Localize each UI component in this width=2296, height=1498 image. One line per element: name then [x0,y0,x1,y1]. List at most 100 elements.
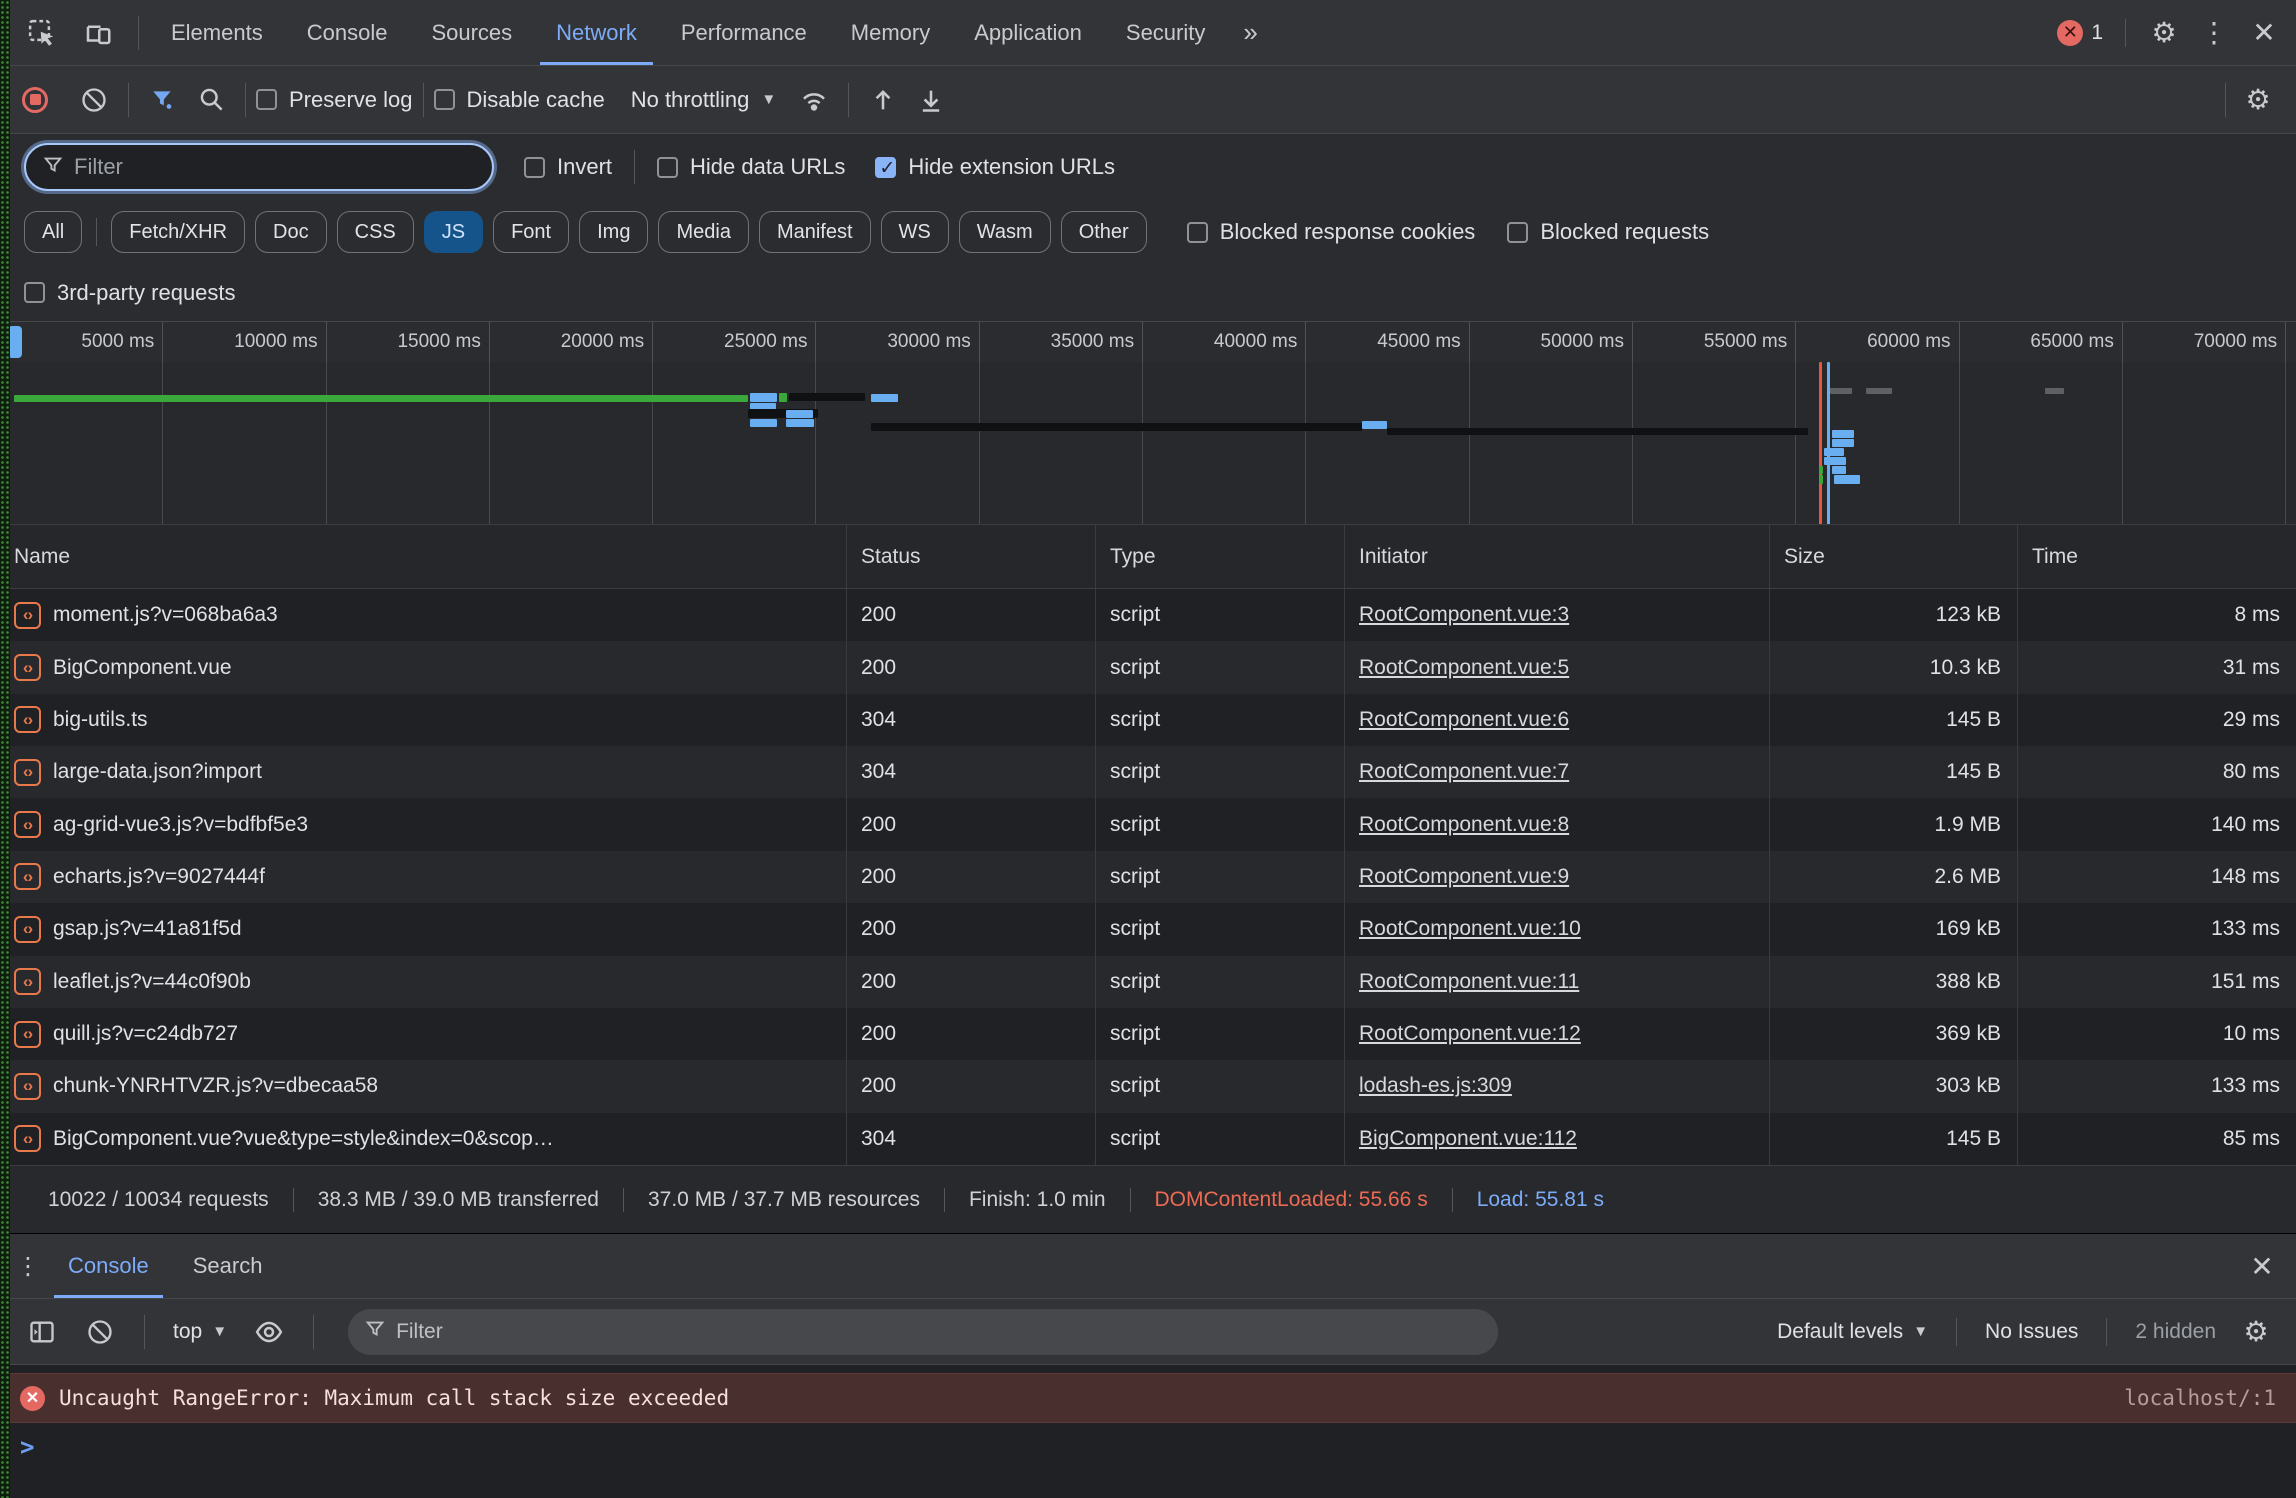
filter-type-chip[interactable]: JS [424,211,483,253]
filter-type-chip[interactable]: Doc [255,211,327,253]
panel-tab[interactable]: Console [285,0,410,65]
panel-tab[interactable]: Elements [149,0,285,65]
inspect-element-icon[interactable] [18,9,66,57]
checkbox-checked[interactable] [875,157,896,178]
close-drawer-icon[interactable]: ✕ [2240,1244,2284,1288]
checkbox[interactable] [434,89,455,110]
initiator-link[interactable]: RootComponent.vue:10 [1359,917,1581,941]
initiator-link[interactable]: RootComponent.vue:12 [1359,1022,1581,1046]
initiator-link[interactable]: RootComponent.vue:5 [1359,656,1569,680]
console-filter-field[interactable] [348,1309,1498,1355]
console-prompt[interactable]: > [0,1423,2296,1498]
filter-type-chip[interactable]: WS [881,211,949,253]
clear-console-icon[interactable] [76,1308,124,1356]
network-request-row[interactable]: ‹› echarts.js?v=9027444f 200 script Root… [0,851,2296,903]
column-header-time[interactable]: Time [2018,525,2296,588]
network-conditions-icon[interactable] [790,76,838,124]
checkbox[interactable] [657,157,678,178]
network-request-row[interactable]: ‹› BigComponent.vue?vue&type=style&index… [0,1113,2296,1165]
error-count-badge[interactable]: ✕ 1 [2057,20,2103,46]
search-icon[interactable] [187,76,235,124]
network-settings-gear-icon[interactable]: ⚙ [2236,78,2280,122]
panel-tab[interactable]: Memory [829,0,952,65]
issues-counter[interactable]: No Issues [1985,1320,2078,1344]
network-request-row[interactable]: ‹› chunk-YNRHTVZR.js?v=dbecaa58 200 scri… [0,1060,2296,1112]
panel-tab[interactable]: Security [1104,0,1227,65]
network-request-row[interactable]: ‹› leaflet.js?v=44c0f90b 200 script Root… [0,956,2296,1008]
panel-tab[interactable]: Performance [659,0,829,65]
checkbox[interactable] [1187,222,1208,243]
timeline-range-handle[interactable] [8,326,22,358]
column-header-status[interactable]: Status [847,525,1096,588]
panel-tab[interactable]: Network [534,0,659,65]
device-toolbar-icon[interactable] [74,9,122,57]
export-har-icon[interactable] [907,76,955,124]
kebab-menu-icon[interactable]: ⋮ [2192,11,2236,55]
initiator-link[interactable]: RootComponent.vue:11 [1359,970,1579,994]
column-header-size[interactable]: Size [1770,525,2018,588]
checkbox[interactable] [256,89,277,110]
initiator-link[interactable]: RootComponent.vue:6 [1359,708,1569,732]
log-levels-dropdown[interactable]: Default levels ▼ [1777,1320,1928,1344]
network-request-row[interactable]: ‹› big-utils.ts 304 script RootComponent… [0,694,2296,746]
eye-live-expression-icon[interactable] [245,1308,293,1356]
import-har-icon[interactable] [859,76,907,124]
filter-type-chip[interactable]: Wasm [959,211,1051,253]
network-filter-input[interactable] [74,154,476,180]
network-filter-field[interactable] [24,143,494,191]
clear-network-log-icon[interactable] [70,76,118,124]
initiator-link[interactable]: BigComponent.vue:112 [1359,1127,1577,1151]
initiator-link[interactable]: lodash-es.js:309 [1359,1074,1512,1098]
drawer-tab[interactable]: Search [171,1234,285,1298]
network-request-row[interactable]: ‹› quill.js?v=c24db727 200 script RootCo… [0,1008,2296,1060]
network-request-row[interactable]: ‹› BigComponent.vue 200 script RootCompo… [0,641,2296,693]
network-request-row[interactable]: ‹› ag-grid-vue3.js?v=bdfbf5e3 200 script… [0,798,2296,850]
column-header-type[interactable]: Type [1096,525,1345,588]
filter-type-chip-all[interactable]: All [24,211,82,253]
blocked-response-cookies-checkbox[interactable]: Blocked response cookies [1187,219,1476,245]
drawer-kebab-menu-icon[interactable]: ⋮ [10,1244,46,1288]
filter-type-chip[interactable]: Media [658,211,748,253]
preserve-log-checkbox[interactable]: Preserve log [256,87,413,113]
invert-checkbox[interactable]: Invert [524,154,612,180]
more-tabs-icon[interactable]: » [1227,17,1273,48]
record-network-log-button[interactable] [22,87,48,113]
filter-type-chip[interactable]: Other [1061,211,1147,253]
filter-type-chip[interactable]: Font [493,211,569,253]
console-filter-input[interactable] [396,1320,1482,1344]
column-header-name[interactable]: Name [0,525,847,588]
initiator-link[interactable]: RootComponent.vue:8 [1359,813,1569,837]
filter-type-chip[interactable]: Img [579,211,648,253]
console-error-message[interactable]: ✕ Uncaught RangeError: Maximum call stac… [0,1373,2296,1423]
close-devtools-icon[interactable]: ✕ [2242,11,2286,55]
drawer-tab[interactable]: Console [46,1234,171,1298]
hide-data-urls-checkbox[interactable]: Hide data URLs [657,154,845,180]
network-request-row[interactable]: ‹› large-data.json?import 304 script Roo… [0,746,2296,798]
panel-tab[interactable]: Sources [409,0,534,65]
initiator-link[interactable]: RootComponent.vue:3 [1359,603,1569,627]
error-source-link[interactable]: localhost/:1 [2124,1386,2276,1410]
hidden-messages-count[interactable]: 2 hidden [2135,1320,2216,1344]
blocked-requests-checkbox[interactable]: Blocked requests [1507,219,1709,245]
column-header-initiator[interactable]: Initiator [1345,525,1770,588]
checkbox[interactable] [24,282,45,303]
execution-context-dropdown[interactable]: top ▼ [165,1320,235,1344]
disable-cache-checkbox[interactable]: Disable cache [434,87,605,113]
network-request-row[interactable]: ‹› moment.js?v=068ba6a3 200 script RootC… [0,589,2296,641]
throttling-dropdown[interactable]: No throttling ▼ [631,87,776,113]
filter-funnel-icon[interactable] [139,76,187,124]
third-party-requests-checkbox[interactable]: 3rd-party requests [24,280,236,306]
hide-extension-urls-checkbox[interactable]: Hide extension URLs [875,154,1115,180]
initiator-link[interactable]: RootComponent.vue:9 [1359,865,1569,889]
checkbox[interactable] [1507,222,1528,243]
settings-gear-icon[interactable]: ⚙ [2142,11,2186,55]
initiator-link[interactable]: RootComponent.vue:7 [1359,760,1569,784]
filter-type-chip[interactable]: Manifest [759,211,871,253]
filter-type-chip[interactable]: Fetch/XHR [111,211,245,253]
panel-tab[interactable]: Application [952,0,1104,65]
console-settings-gear-icon[interactable]: ⚙ [2234,1310,2278,1354]
filter-type-chip[interactable]: CSS [337,211,414,253]
console-sidebar-toggle-icon[interactable] [18,1308,66,1356]
network-request-row[interactable]: ‹› gsap.js?v=41a81f5d 200 script RootCom… [0,903,2296,955]
network-overview-waterfall[interactable] [0,362,2296,525]
